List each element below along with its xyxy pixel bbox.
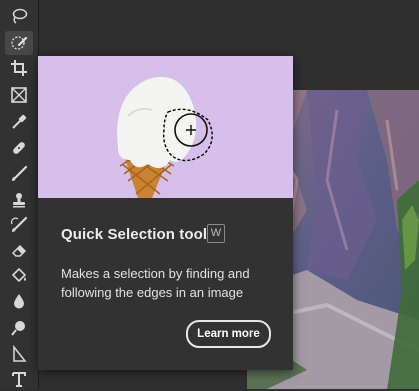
dodge-icon — [11, 321, 25, 336]
eraser-tool[interactable] — [5, 238, 33, 262]
paint-bucket-tool[interactable] — [5, 263, 33, 287]
quick-selection-brush-icon — [11, 36, 28, 50]
learn-more-button[interactable]: Learn more — [186, 320, 271, 348]
tool-tooltip-panel: Quick Selection tool W Makes a selection… — [38, 56, 293, 370]
clone-stamp-tool[interactable] — [5, 188, 33, 212]
crop-tool[interactable] — [5, 56, 33, 80]
dodge-tool[interactable] — [5, 316, 33, 340]
type-tool[interactable] — [5, 367, 33, 391]
lasso-icon — [12, 8, 28, 24]
frame-tool[interactable] — [5, 83, 33, 107]
quick-selection-tool[interactable] — [5, 31, 33, 55]
shortcut-key-badge: W — [207, 224, 225, 243]
eyedropper-tool[interactable] — [5, 110, 33, 134]
history-brush-icon — [10, 216, 28, 232]
tool-preview-image — [38, 56, 293, 198]
eraser-icon — [11, 244, 27, 257]
frame-icon — [11, 87, 27, 103]
tooltip-description: Makes a selection by finding and followi… — [61, 266, 250, 300]
paint-bucket-icon — [11, 267, 27, 283]
stamp-icon — [13, 193, 25, 208]
brush-tool[interactable] — [5, 162, 33, 186]
arrow-icon — [13, 345, 27, 362]
drop-icon — [14, 294, 24, 309]
bandage-icon — [13, 142, 25, 154]
path-selection-tool[interactable] — [5, 342, 33, 366]
crop-icon — [11, 60, 27, 76]
type-icon — [12, 372, 26, 387]
ice-cream-illustration — [38, 56, 293, 198]
lasso-tool[interactable] — [5, 4, 33, 28]
history-brush-tool[interactable] — [5, 213, 33, 237]
brush-icon — [12, 165, 28, 181]
eyedropper-icon — [12, 114, 27, 129]
tools-panel — [0, 0, 39, 389]
tooltip-title: Quick Selection tool — [61, 226, 208, 243]
spot-healing-tool[interactable] — [5, 136, 33, 160]
blur-tool[interactable] — [5, 289, 33, 313]
